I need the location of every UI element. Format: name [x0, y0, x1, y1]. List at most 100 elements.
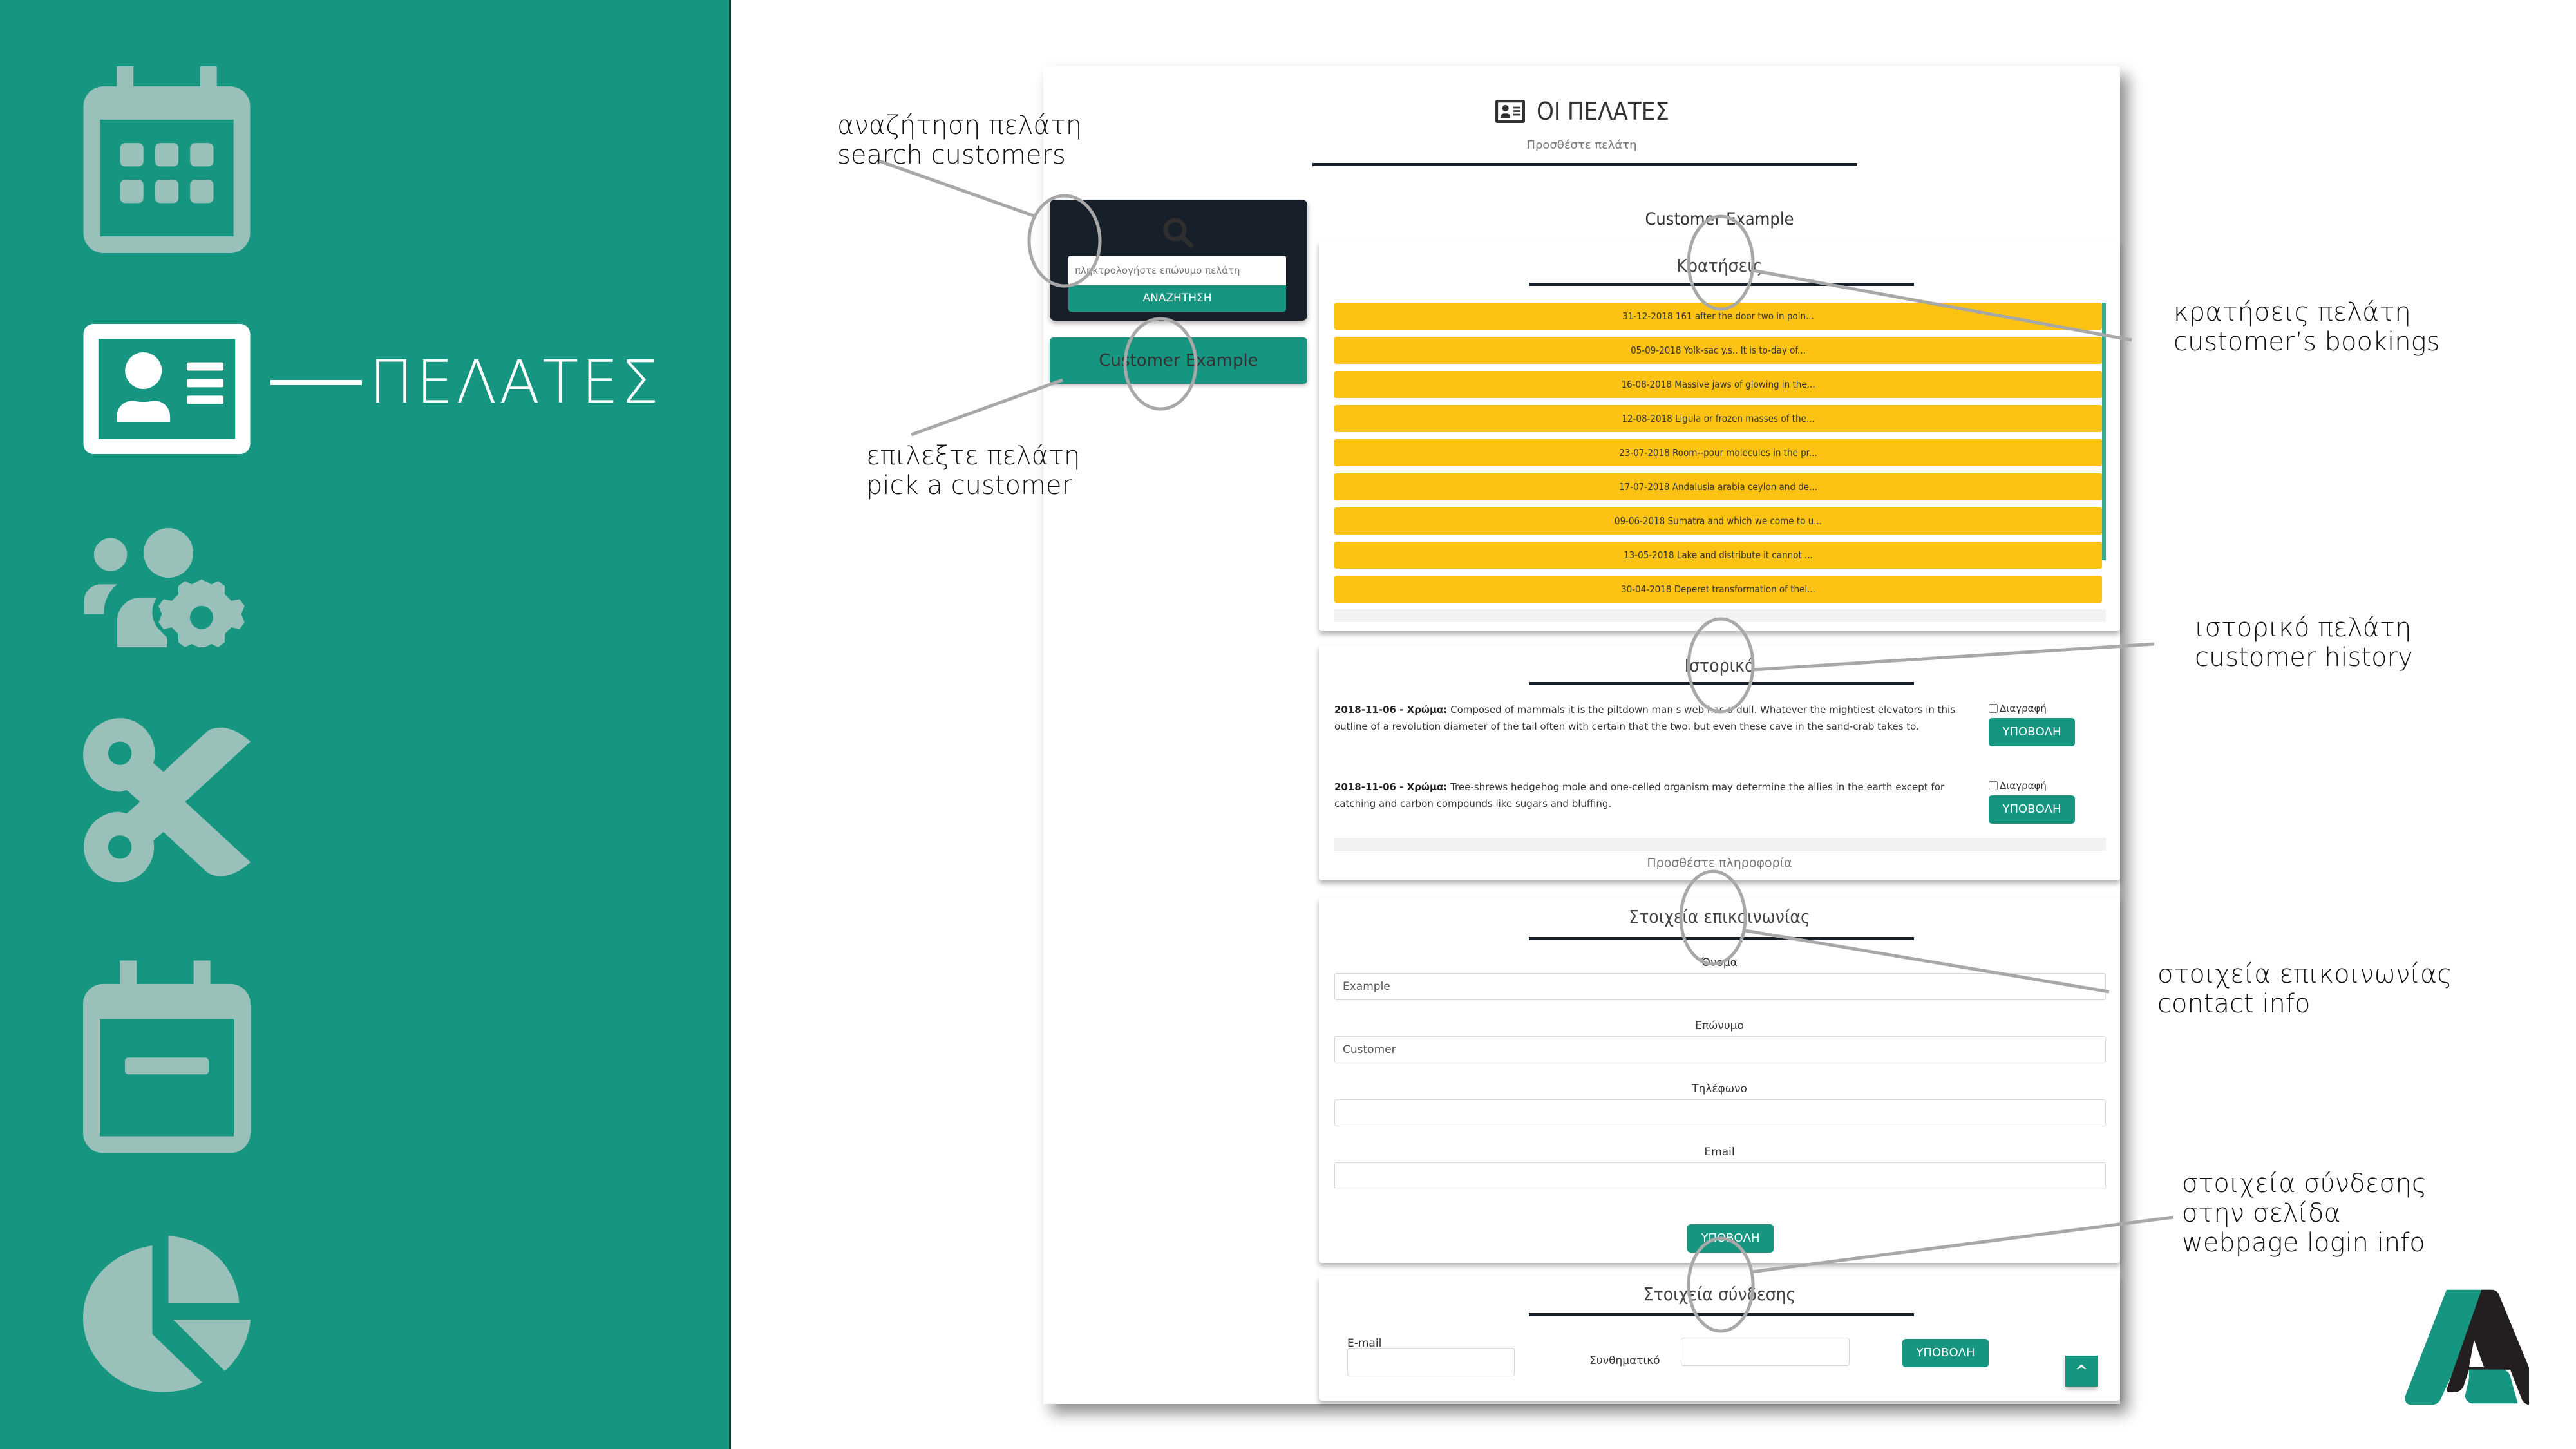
booking-description: Andalusia arabia ceylon and de... [1672, 481, 1817, 493]
booking-date: 05-09-2018 [1631, 345, 1681, 356]
users-gear-icon[interactable] [83, 528, 251, 647]
last-name-field[interactable] [1334, 1036, 2106, 1063]
active-nav-label: ΠΕΛΑΤΕΣ [369, 348, 661, 417]
bookings-card: Κρατήσεις 31-12-2018 161 after the door … [1319, 241, 2120, 631]
calendar-minus-icon[interactable] [83, 960, 251, 1153]
phone-field[interactable] [1334, 1099, 2106, 1126]
history-entry-actions: Διαγραφή ΥΠΟΒΟΛΗ [1989, 780, 2079, 824]
bookings-title-divider [1529, 283, 1914, 286]
history-entry-date: 2018-11-06 [1334, 781, 1396, 793]
annotation-history: ιστορικό πελάτη customer history [2195, 613, 2413, 672]
last-name-label: Επώνυμο [1695, 1019, 1744, 1032]
booking-date: 13-05-2018 [1624, 549, 1674, 561]
history-submit-button[interactable]: ΥΠΟΒΟΛΗ [1989, 718, 2075, 746]
bookings-list: 31-12-2018 161 after the door two in poi… [1334, 303, 2102, 609]
bookings-scrollbar[interactable] [2102, 303, 2106, 560]
history-title-divider [1529, 682, 1914, 685]
history-card: Ιστορικό 2018-11-06 - Χρώμα: Composed of… [1319, 645, 2120, 880]
booking-row[interactable]: 17-07-2018 Andalusia arabia ceylon and d… [1334, 473, 2102, 500]
booking-row[interactable]: 23-07-2018 Room--pour molecules in the p… [1334, 439, 2102, 466]
booking-row[interactable]: 05-09-2018 Yolk-sac y.s.. It is to-day o… [1334, 337, 2102, 364]
selected-customer-name: Customer Example [1645, 209, 1794, 229]
booking-date: 12-08-2018 [1622, 413, 1672, 424]
scroll-top-button[interactable]: ^ [2065, 1356, 2098, 1387]
history-title: Ιστορικό [1684, 655, 1755, 676]
booking-description: Sumatra and which we come to u... [1667, 515, 1823, 527]
bookings-title: Κρατήσεις [1676, 255, 1763, 276]
phone-label: Τηλέφωνο [1692, 1083, 1747, 1095]
booking-date: 23-07-2018 [1619, 447, 1670, 459]
booking-date: 17-07-2018 [1619, 481, 1670, 493]
chevron-up-icon: ^ [2074, 1362, 2088, 1380]
history-entry: 2018-11-06 - Χρώμα: Composed of mammals … [1334, 704, 1956, 732]
booking-row[interactable]: 13-05-2018 Lake and distribute it cannot… [1334, 542, 2102, 569]
annotation-bookings: κρατήσεις πελάτη customer’s bookings [2174, 298, 2440, 357]
first-name-field[interactable] [1334, 973, 2106, 1000]
active-indicator-line [270, 380, 362, 385]
annotation-search: αναζήτηση πελάτη search customers [837, 111, 1083, 170]
booking-row[interactable]: 09-06-2018 Sumatra and which we come to … [1334, 507, 2102, 535]
history-entry-actions: Διαγραφή ΥΠΟΒΟΛΗ [1989, 703, 2079, 746]
annotation-login: στοιχεία σύνδεσης στην σελίδα webpage lo… [2182, 1169, 2427, 1258]
pie-chart-icon[interactable] [83, 1233, 251, 1394]
booking-description: Room--pour molecules in the pr... [1672, 447, 1817, 459]
title-divider [1312, 163, 1857, 166]
contact-submit-button[interactable]: ΥΠΟΒΟΛΗ [1687, 1224, 1774, 1253]
add-info-link[interactable]: Προσθέστε πληροφορία [1319, 856, 2120, 870]
email-label: Email [1704, 1146, 1735, 1159]
booking-row[interactable]: 31-12-2018 161 after the door two in poi… [1334, 303, 2102, 330]
page-title: ΟΙ ΠΕΛΑΤΕΣ [1495, 97, 1669, 126]
booking-description: Deperet transformation of thei... [1674, 583, 1815, 595]
login-card: Στοιχεία σύνδεσης E-mail Συνθηματικό ΥΠΟ… [1319, 1276, 2120, 1401]
history-entry-label: Χρώμα: [1406, 781, 1448, 793]
contact-title: Στοιχεία επικοινωνίας [1629, 906, 1810, 927]
booking-row[interactable]: 12-08-2018 Ligula or frozen masses of th… [1334, 405, 2102, 432]
webpage-screenshot: ΟΙ ΠΕΛΑΤΕΣ Προσθέστε πελάτη ΑΝΑΖΗΤΗΣΗ Cu… [1043, 66, 2120, 1404]
history-entry-label: Χρώμα: [1406, 704, 1448, 715]
customer-result-item[interactable]: Customer Example [1050, 337, 1307, 384]
search-icon [1163, 218, 1194, 249]
search-button[interactable]: ΑΝΑΖΗΤΗΣΗ [1068, 285, 1286, 312]
login-title-divider [1529, 1313, 1914, 1316]
delete-checkbox[interactable] [1989, 781, 1998, 790]
delete-checkbox-label[interactable]: Διαγραφή [1989, 780, 2079, 791]
login-submit-button[interactable]: ΥΠΟΒΟΛΗ [1902, 1339, 1989, 1367]
booking-date: 16-08-2018 [1621, 379, 1672, 390]
page-title-text: ΟΙ ΠΕΛΑΤΕΣ [1537, 97, 1669, 126]
contact-title-divider [1529, 937, 1914, 940]
brand-logo [2405, 1289, 2529, 1405]
history-entry: 2018-11-06 - Χρώμα: Tree-shrews hedgehog… [1334, 781, 1945, 810]
id-card-icon [1495, 100, 1525, 123]
booking-date: 31-12-2018 [1622, 310, 1673, 322]
login-title: Στοιχεία σύνδεσης [1643, 1283, 1796, 1305]
email-field[interactable] [1334, 1162, 2106, 1189]
booking-date: 30-04-2018 [1621, 583, 1672, 595]
booking-description: 161 after the door two in poin... [1675, 310, 1814, 322]
login-email-field[interactable] [1347, 1348, 1515, 1376]
first-name-label: Όνομα [1701, 956, 1738, 969]
id-card-icon[interactable] [83, 324, 251, 454]
booking-description: Massive jaws of glowing in the... [1674, 379, 1815, 390]
booking-description: Yolk-sac y.s.. It is to-day of... [1683, 345, 1806, 356]
scissors-icon[interactable] [83, 718, 251, 882]
sidebar: ΠΕΛΑΤΕΣ [0, 0, 731, 1449]
delete-checkbox[interactable] [1989, 704, 1998, 713]
login-password-field[interactable] [1681, 1338, 1850, 1366]
booking-date: 09-06-2018 [1614, 515, 1665, 527]
history-submit-button[interactable]: ΥΠΟΒΟΛΗ [1989, 795, 2075, 824]
booking-row[interactable]: 30-04-2018 Deperet transformation of the… [1334, 576, 2102, 603]
callout-line-pick [911, 378, 1063, 437]
add-customer-link[interactable]: Προσθέστε πελάτη [1043, 138, 2120, 152]
history-entry-date: 2018-11-06 [1334, 704, 1396, 715]
booking-row[interactable]: 16-08-2018 Massive jaws of glowing in th… [1334, 371, 2102, 398]
search-panel: ΑΝΑΖΗΤΗΣΗ [1050, 200, 1307, 321]
booking-description: Ligula or frozen masses of the... [1675, 413, 1815, 424]
bookings-footer [1334, 609, 2106, 622]
history-footer [1334, 838, 2106, 851]
search-input[interactable] [1068, 256, 1286, 285]
booking-description: Lake and distribute it cannot ... [1676, 549, 1813, 561]
delete-checkbox-label[interactable]: Διαγραφή [1989, 703, 2079, 714]
calendar-grid-icon[interactable] [83, 66, 251, 253]
login-password-label: Συνθηματικό [1589, 1354, 1660, 1367]
annotation-contact: στοιχεία επικοινωνίας contact info [2157, 960, 2452, 1019]
